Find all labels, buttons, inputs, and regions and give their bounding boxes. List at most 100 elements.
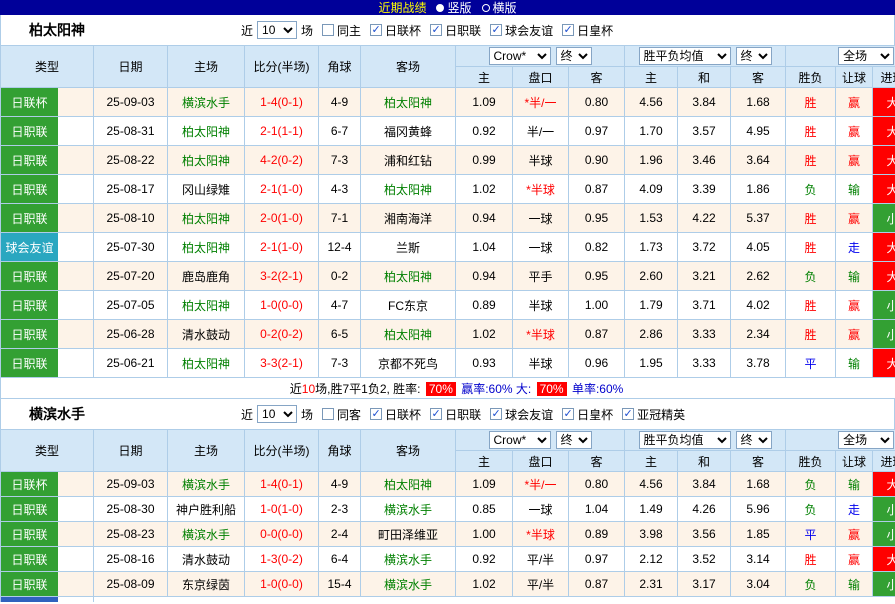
- away-team-link[interactable]: FC东京: [361, 291, 456, 320]
- checked-checkbox-icon[interactable]: [370, 408, 382, 420]
- scope-select[interactable]: 全场: [838, 47, 894, 65]
- home-team-link[interactable]: 清水鼓动: [168, 547, 245, 572]
- euro-odds-time-select[interactable]: 终: [736, 431, 772, 449]
- layout-option-vertical[interactable]: 竖版: [436, 0, 471, 16]
- match-result: 负: [786, 497, 836, 522]
- home-team-link[interactable]: 柏太阳神: [168, 349, 245, 378]
- match-score-link[interactable]: 2-1(1-0): [245, 175, 319, 204]
- odds-time-select[interactable]: 终: [556, 47, 592, 65]
- odds-time-select[interactable]: 终: [556, 431, 592, 449]
- handicap-line: *半球: [513, 175, 569, 204]
- away-team-link[interactable]: 柏太阳神: [361, 320, 456, 349]
- filter-option[interactable]: 日职联: [430, 22, 481, 39]
- away-team-link[interactable]: 町田泽维亚: [361, 522, 456, 547]
- odds-average-select[interactable]: 胜平负均值: [639, 431, 731, 449]
- away-team-link[interactable]: 柏太阳神: [361, 88, 456, 117]
- filter-option[interactable]: 日皇杯: [562, 406, 613, 423]
- match-row: 日职联25-08-09东京绿茵1-0(0-0)15-4横滨水手1.02平/半0.…: [1, 572, 895, 597]
- checked-checkbox-icon[interactable]: [370, 24, 382, 36]
- checked-checkbox-icon[interactable]: [562, 408, 574, 420]
- home-team-link[interactable]: 冈山绿雉: [168, 175, 245, 204]
- match-score-link[interactable]: 1-0(0-0): [245, 572, 319, 597]
- checked-checkbox-icon[interactable]: [622, 408, 634, 420]
- match-score-link[interactable]: 1-0(0-0): [245, 291, 319, 320]
- summary-row: 近10场,胜7平1负2, 胜率: 70% 赢率:60% 大: 70% 单率:60…: [1, 378, 895, 399]
- match-score-link[interactable]: 4-2(0-2): [245, 146, 319, 175]
- away-team-link[interactable]: 横滨水手: [361, 547, 456, 572]
- match-score-link[interactable]: 1-4(0-1): [245, 88, 319, 117]
- radio-selected-icon[interactable]: [436, 4, 444, 12]
- away-team-link[interactable]: 京都不死鸟: [361, 349, 456, 378]
- home-team-link[interactable]: 横滨水手: [168, 88, 245, 117]
- radio-unselected-icon[interactable]: [482, 4, 490, 12]
- away-team-link[interactable]: 浦和红钻: [361, 146, 456, 175]
- filter-option[interactable]: 日联杯: [370, 406, 421, 423]
- away-team-link[interactable]: 柏太阳神: [361, 262, 456, 291]
- league-type-cell: 日职联: [1, 175, 94, 204]
- home-team-link[interactable]: 柏太阳神: [168, 233, 245, 262]
- match-score-link[interactable]: 1-0(1-0): [245, 497, 319, 522]
- home-team-link[interactable]: 横滨水手: [168, 472, 245, 497]
- home-team-link[interactable]: 柏太阳神: [168, 291, 245, 320]
- unchecked-checkbox-icon[interactable]: [322, 408, 334, 420]
- home-team-link[interactable]: 柏太阳神: [168, 117, 245, 146]
- handicap-result: 赢: [836, 88, 873, 117]
- away-team-link[interactable]: 兰斯: [361, 233, 456, 262]
- match-score-link[interactable]: 3-3(2-1): [245, 349, 319, 378]
- checked-checkbox-icon[interactable]: [490, 24, 502, 36]
- draw-odds: 3.46: [678, 146, 731, 175]
- match-count-select[interactable]: 10: [257, 21, 297, 39]
- home-team-link[interactable]: 清水鼓动: [168, 320, 245, 349]
- checked-checkbox-icon[interactable]: [562, 24, 574, 36]
- home-team-link[interactable]: 横滨水手: [168, 522, 245, 547]
- away-team-link[interactable]: 柏太阳神: [361, 175, 456, 204]
- away-team-link[interactable]: 柏太阳神: [361, 472, 456, 497]
- summary-segment: 70%: [426, 382, 456, 396]
- match-score-link[interactable]: 1-3(0-2): [245, 547, 319, 572]
- match-score-link[interactable]: 2-1(1-1): [245, 117, 319, 146]
- home-handicap-odds: 1.02: [456, 175, 513, 204]
- home-team-link[interactable]: 柏太阳神: [168, 146, 245, 175]
- home-handicap-odds: 1.02: [456, 572, 513, 597]
- bookmaker-select[interactable]: Crow*: [489, 431, 551, 449]
- unchecked-checkbox-icon[interactable]: [322, 24, 334, 36]
- away-team-link[interactable]: 横滨水手: [361, 572, 456, 597]
- filter-option[interactable]: 日皇杯: [562, 22, 613, 39]
- checked-checkbox-icon[interactable]: [430, 408, 442, 420]
- column-header: 主场: [168, 430, 245, 472]
- bookmaker-select[interactable]: Crow*: [489, 47, 551, 65]
- away-team-link[interactable]: 横滨水手: [361, 497, 456, 522]
- header-row-main: 类型日期主场比分(半场)角球客场Crow*终胜平负均值终全场: [1, 430, 895, 451]
- match-score-link[interactable]: 3-2(2-1): [245, 262, 319, 291]
- scope-select[interactable]: 全场: [838, 431, 894, 449]
- checked-checkbox-icon[interactable]: [430, 24, 442, 36]
- match-score-link[interactable]: 1-4(0-1): [245, 472, 319, 497]
- away-team-link[interactable]: 湘南海洋: [361, 204, 456, 233]
- handicap-line: 一球: [513, 233, 569, 262]
- checked-checkbox-icon[interactable]: [490, 408, 502, 420]
- away-team-link[interactable]: 福冈黄蜂: [361, 117, 456, 146]
- home-team-link[interactable]: 鹿岛鹿角: [168, 262, 245, 291]
- filter-option[interactable]: 球会友谊: [490, 22, 553, 39]
- layout-option-horizontal[interactable]: 横版: [482, 0, 517, 16]
- match-score-link[interactable]: 2-0(1-0): [245, 204, 319, 233]
- match-score-link[interactable]: 0-0(0-0): [245, 522, 319, 547]
- corner-count: 4-9: [319, 472, 361, 497]
- home-team-link[interactable]: 神户胜利船: [168, 497, 245, 522]
- home-team-link[interactable]: 柏太阳神: [168, 204, 245, 233]
- filter-option[interactable]: 球会友谊: [490, 406, 553, 423]
- league-badge: 日职联: [1, 349, 58, 377]
- match-count-select[interactable]: 10: [257, 405, 297, 423]
- filter-option[interactable]: 同客: [322, 406, 361, 423]
- filter-option[interactable]: 同主: [322, 22, 361, 39]
- euro-odds-time-select[interactable]: 终: [736, 47, 772, 65]
- filter-option[interactable]: 日职联: [430, 406, 481, 423]
- lose-odds: 3.78: [731, 349, 786, 378]
- match-score-link[interactable]: 0-2(0-2): [245, 320, 319, 349]
- odds-average-select[interactable]: 胜平负均值: [639, 47, 731, 65]
- match-score-link[interactable]: 2-1(1-0): [245, 233, 319, 262]
- corner-count: 6-4: [319, 547, 361, 572]
- home-team-link[interactable]: 东京绿茵: [168, 572, 245, 597]
- filter-option[interactable]: 亚冠精英: [622, 406, 685, 423]
- filter-option[interactable]: 日联杯: [370, 22, 421, 39]
